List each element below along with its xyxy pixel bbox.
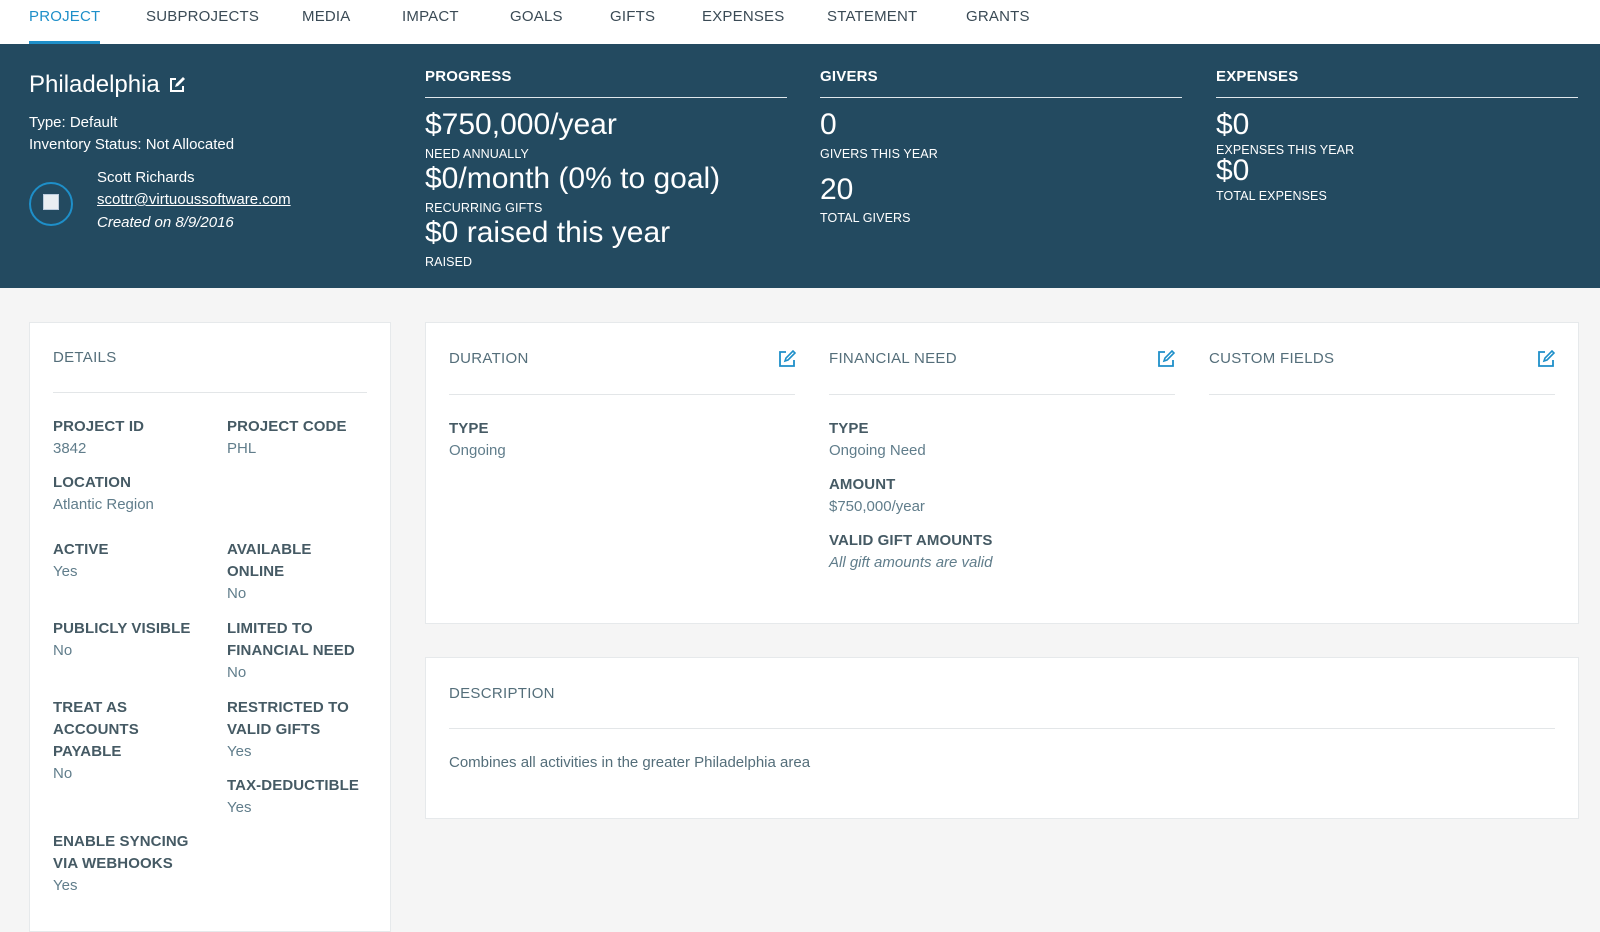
divider [449,728,1555,729]
tab-grants[interactable]: GRANTS [966,0,1030,44]
raised-label: RAISED [425,255,473,269]
tab-statement[interactable]: STATEMENT [827,0,917,44]
treat-label-line1: TREAT AS [53,699,128,716]
restricted-label-line2: VALID GIFTS [227,721,321,738]
total-givers-label: TOTAL GIVERS [820,211,911,225]
divider [449,394,795,395]
recurring-gifts-value: $0/month (0% to goal) [425,162,721,195]
expenses-this-year-value: $0 [1216,108,1250,141]
custom-fields-title: CUSTOM FIELDS [1209,350,1335,367]
project-tabs: PROJECT SUBPROJECTS MEDIA IMPACT GOALS G… [0,0,1600,44]
active-label: ACTIVE [53,541,109,558]
available-online-value: No [227,585,247,602]
treat-value: No [53,765,73,782]
project-code-value: PHL [227,440,257,457]
total-givers-value: 20 [820,173,854,206]
project-id-value: 3842 [53,440,87,457]
details-card: DETAILS PROJECT ID 3842 PROJECT CODE PHL… [29,322,391,932]
limited-label-line2: FINANCIAL NEED [227,642,355,659]
tab-project[interactable]: PROJECT [29,0,101,44]
edit-icon[interactable] [168,76,186,94]
project-type: Type: Default [29,114,118,131]
edit-duration-icon[interactable] [778,350,796,368]
limited-label-line1: LIMITED TO [227,620,313,637]
sync-label-line1: ENABLE SYNCING [53,833,189,850]
total-expenses-label: TOTAL EXPENSES [1216,189,1327,203]
tab-media[interactable]: MEDIA [302,0,351,44]
avatar-image-placeholder [43,194,59,210]
tab-subprojects[interactable]: SUBPROJECTS [146,0,259,44]
expenses-heading: EXPENSES [1216,68,1578,98]
avatar [29,182,73,226]
divider [829,394,1175,395]
givers-heading: GIVERS [820,68,1182,98]
restricted-value: Yes [227,743,252,760]
available-online-label-line1: AVAILABLE [227,541,312,558]
description-card: DESCRIPTION Combines all activities in t… [425,657,1579,819]
project-title-row: Philadelphia [29,71,186,99]
duration-title: DURATION [449,350,529,367]
restricted-label-line1: RESTRICTED TO [227,699,349,716]
need-annually-value: $750,000/year [425,108,617,141]
publicly-visible-label: PUBLICLY VISIBLE [53,620,191,637]
progress-heading: PROGRESS [425,68,787,98]
owner-name: Scott Richards [97,169,195,186]
divider [1209,394,1555,395]
financial-need-amount-label: AMOUNT [829,476,896,493]
active-value: Yes [53,563,78,580]
location-label: LOCATION [53,474,132,491]
owner-email-link[interactable]: scottr@virtuoussoftware.com [97,191,291,208]
valid-gift-amounts-value: All gift amounts are valid [829,554,993,571]
recurring-gifts-label: RECURRING GIFTS [425,201,543,215]
duration-type-value: Ongoing [449,442,506,459]
tax-deductible-label: TAX-DEDUCTIBLE [227,777,359,794]
tab-gifts[interactable]: GIFTS [610,0,655,44]
project-title: Philadelphia [29,71,160,98]
sync-label-line2: VIA WEBHOOKS [53,855,173,872]
project-header: Philadelphia Type: Default Inventory Sta… [0,44,1600,288]
project-code-label: PROJECT CODE [227,418,347,435]
divider [53,392,367,393]
project-id-label: PROJECT ID [53,418,145,435]
tab-goals[interactable]: GOALS [510,0,563,44]
valid-gift-amounts-label: VALID GIFT AMOUNTS [829,532,993,549]
total-expenses-value: $0 [1216,154,1250,187]
available-online-label-line2: ONLINE [227,563,285,580]
tab-expenses[interactable]: EXPENSES [702,0,784,44]
limited-value: No [227,664,247,681]
treat-label-line2: ACCOUNTS [53,721,139,738]
details-title: DETAILS [53,349,117,366]
edit-financial-need-icon[interactable] [1157,350,1175,368]
description-text: Combines all activities in the greater P… [449,754,811,771]
givers-this-year-label: GIVERS THIS YEAR [820,147,938,161]
raised-value: $0 raised this year [425,216,671,249]
need-annually-label: NEED ANNUALLY [425,147,529,161]
inventory-status: Inventory Status: Not Allocated [29,136,235,153]
edit-custom-fields-icon[interactable] [1537,350,1555,368]
financial-need-type-label: TYPE [829,420,869,437]
description-title: DESCRIPTION [449,685,555,702]
duration-type-label: TYPE [449,420,489,437]
financial-need-title: FINANCIAL NEED [829,350,957,367]
tax-deductible-value: Yes [227,799,252,816]
givers-this-year-value: 0 [820,108,837,141]
financial-need-amount-value: $750,000/year [829,498,925,515]
treat-label-line3: PAYABLE [53,743,122,760]
financial-need-type-value: Ongoing Need [829,442,926,459]
sync-value: Yes [53,877,78,894]
tab-impact[interactable]: IMPACT [402,0,459,44]
info-card: DURATION TYPE Ongoing FINANCIAL NEED TYP… [425,322,1579,624]
location-value: Atlantic Region [53,496,154,513]
publicly-visible-value: No [53,642,73,659]
created-date: Created on 8/9/2016 [97,214,234,231]
